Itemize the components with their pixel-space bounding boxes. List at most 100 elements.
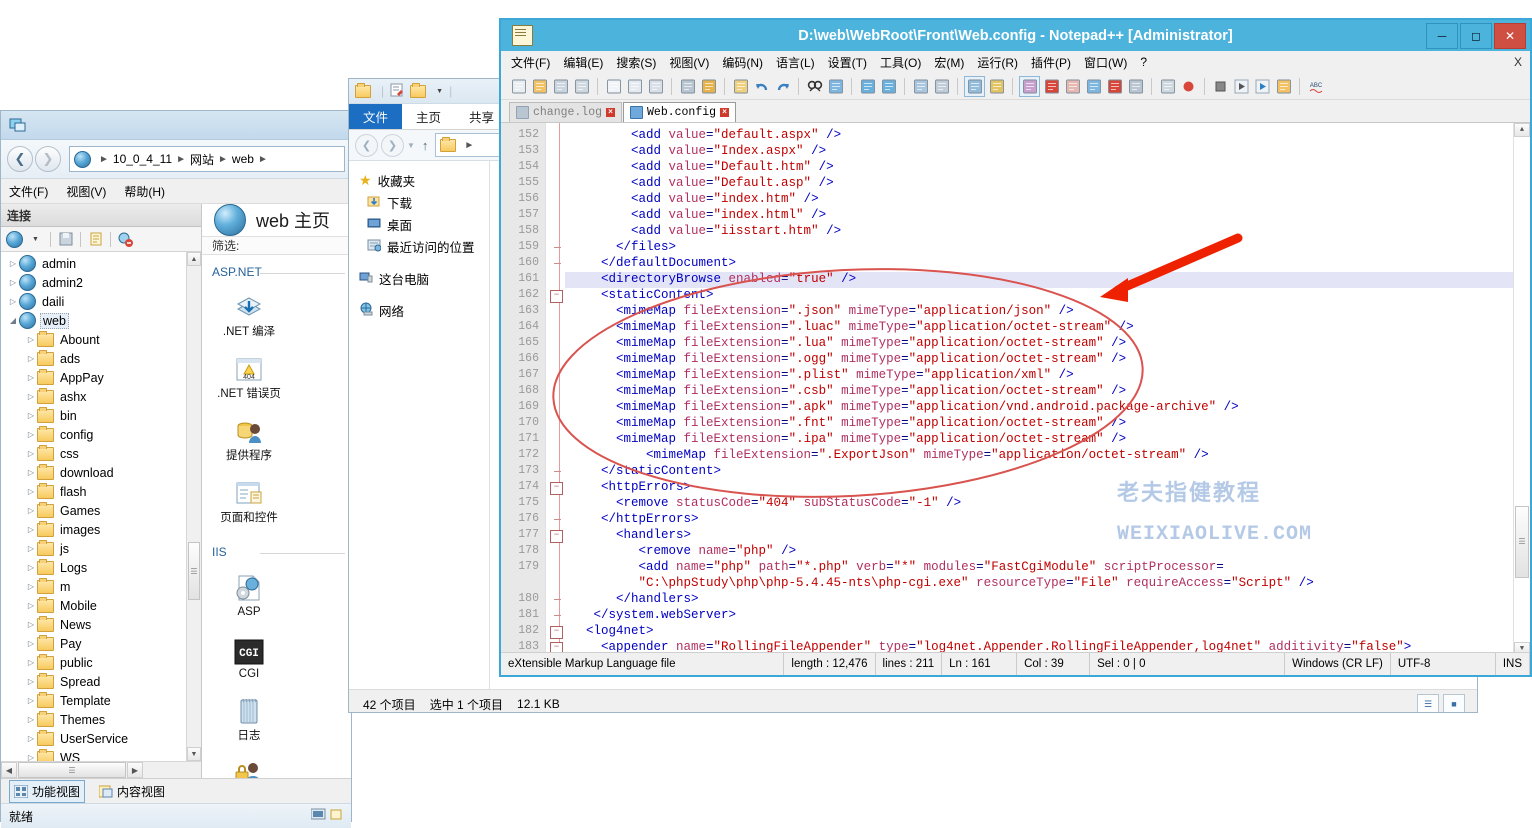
undo-icon[interactable]: [752, 77, 771, 96]
play-multiple-icon[interactable]: [1253, 77, 1272, 96]
code-line[interactable]: <remove name="php" />: [639, 544, 797, 558]
tree-item-themes[interactable]: ▷Themes: [1, 710, 187, 729]
npp-menu-12[interactable]: ?: [1140, 55, 1147, 69]
scroll-left-arrow[interactable]: ◀: [1, 762, 17, 778]
code-line[interactable]: <add value="Default.htm" />: [631, 160, 834, 174]
iis-forward-button[interactable]: ❯: [35, 146, 61, 172]
qat-dropdown-caret-icon[interactable]: ▼: [436, 88, 443, 95]
sync-h-icon[interactable]: [932, 77, 951, 96]
feature-item-asp[interactable]: ASP: [214, 567, 284, 619]
tree-item-pay[interactable]: ▷Pay: [1, 634, 187, 653]
forward-arrow-icon[interactable]: ❯: [381, 134, 404, 157]
code-line[interactable]: <directoryBrowse enabled="true" />: [601, 272, 856, 286]
code-line[interactable]: <add value="index.htm" />: [631, 192, 819, 206]
tree-item-images[interactable]: ▷images: [1, 520, 187, 539]
menu-view[interactable]: 视图(V): [66, 183, 106, 200]
fold-collapse-icon[interactable]: −: [550, 530, 563, 543]
expand-arrow-right-icon[interactable]: ▷: [25, 506, 37, 515]
close-icon[interactable]: [604, 77, 623, 96]
nav-item-downloads[interactable]: 下载: [349, 191, 489, 213]
npp-menu-9[interactable]: 运行(R): [977, 54, 1018, 71]
start-page-icon[interactable]: [87, 231, 104, 248]
expand-arrow-right-icon[interactable]: ▷: [25, 411, 37, 420]
function-list-icon[interactable]: [1105, 77, 1124, 96]
code-line[interactable]: <add value="Default.asp" />: [631, 176, 834, 190]
expand-arrow-right-icon[interactable]: ▷: [25, 582, 37, 591]
expand-arrow-right-icon[interactable]: ▷: [25, 373, 37, 382]
feature-item-net-compilation[interactable]: .NET 编泽: [214, 287, 284, 339]
zoom-out-icon[interactable]: [879, 77, 898, 96]
tree-item-abount[interactable]: ▷Abount: [1, 330, 187, 349]
explorer-navigation-pane[interactable]: ★收藏夹下载桌面最近访问的位置这台电脑网络: [349, 161, 490, 689]
code-line[interactable]: <httpErrors>: [601, 480, 691, 494]
save-icon[interactable]: [57, 231, 74, 248]
code-line[interactable]: <log4net>: [586, 624, 654, 638]
save-all-icon[interactable]: [572, 77, 591, 96]
tree-item-news[interactable]: ▷News: [1, 615, 187, 634]
expand-arrow-right-icon[interactable]: ▷: [25, 601, 37, 610]
scroll-down-arrow[interactable]: ▼: [187, 747, 201, 761]
folder-as-workspace-icon[interactable]: [1126, 77, 1145, 96]
code-line[interactable]: <remove statusCode="404" subStatusCode="…: [616, 496, 961, 510]
expand-arrow-right-icon[interactable]: ▷: [25, 620, 37, 629]
npp-menu-10[interactable]: 插件(P): [1031, 54, 1071, 71]
code-line[interactable]: <mimeMap fileExtension=".ExportJson" mim…: [646, 448, 1209, 462]
expand-arrow-right-icon[interactable]: ▷: [25, 677, 37, 686]
site-tree[interactable]: ▷admin▷admin2▷daili◢web▷Abount▷ads▷AppPa…: [1, 252, 201, 761]
expand-arrow-right-icon[interactable]: ▷: [25, 354, 37, 363]
close-document-icon[interactable]: X: [1514, 55, 1522, 69]
npp-menu-1[interactable]: 编辑(E): [563, 54, 603, 71]
tree-item-m[interactable]: ▷m: [1, 577, 187, 596]
connect-globe-icon[interactable]: [6, 231, 23, 248]
tree-horizontal-scrollbar[interactable]: ◀ ☰ ▶: [1, 761, 201, 778]
document-tab-Web-config[interactable]: Web.config×: [623, 102, 736, 122]
feature-item-net-error-pages[interactable]: 404.NET 错误页: [214, 349, 284, 401]
tree-item-logs[interactable]: ▷Logs: [1, 558, 187, 577]
play-macro-icon[interactable]: [1232, 77, 1251, 96]
disconnect-icon[interactable]: [117, 231, 134, 248]
menu-help[interactable]: 帮助(H): [124, 183, 165, 200]
fold-collapse-icon[interactable]: −: [550, 482, 563, 495]
code-line[interactable]: </defaultDocument>: [601, 256, 736, 270]
code-line[interactable]: <add name="php" path="*.php" verb="*" mo…: [639, 560, 1224, 574]
code-line[interactable]: <mimeMap fileExtension=".luac" mimeType=…: [616, 320, 1134, 334]
save-icon[interactable]: [551, 77, 570, 96]
maximize-button[interactable]: ◻: [1460, 23, 1492, 49]
expand-arrow-right-icon[interactable]: ▷: [25, 563, 37, 572]
find-icon[interactable]: [805, 77, 824, 96]
expand-arrow-right-icon[interactable]: ▷: [25, 487, 37, 496]
tree-item-css[interactable]: ▷css: [1, 444, 187, 463]
tree-item-web[interactable]: ◢web: [1, 311, 187, 330]
recent-dropdown-icon[interactable]: ▼: [407, 141, 415, 150]
notepadpp-menu-bar[interactable]: 文件(F)编辑(E)搜索(S)视图(V)编码(N)语言(L)设置(T)工具(O)…: [501, 51, 1530, 73]
breadcrumb-item-web[interactable]: web: [232, 152, 254, 166]
tab-content-view[interactable]: 内容视图: [95, 781, 169, 802]
tab-close-icon[interactable]: ×: [720, 108, 729, 117]
expand-arrow-right-icon[interactable]: ▷: [25, 696, 37, 705]
code-line[interactable]: </system.webServer>: [594, 608, 737, 622]
code-line[interactable]: </files>: [616, 240, 676, 254]
minimize-button[interactable]: ─: [1426, 23, 1458, 49]
iis-breadcrumb[interactable]: ► 10_0_4_11 ► 网站 ► web ►: [69, 146, 345, 172]
npp-menu-0[interactable]: 文件(F): [511, 54, 550, 71]
code-line[interactable]: <mimeMap fileExtension=".ipa" mimeType="…: [616, 432, 1126, 446]
paste-icon[interactable]: [731, 77, 750, 96]
code-line[interactable]: <handlers>: [616, 528, 691, 542]
zoom-in-icon[interactable]: [858, 77, 877, 96]
breadcrumb-item-sites[interactable]: 网站: [190, 151, 214, 168]
tree-item-ashx[interactable]: ▷ashx: [1, 387, 187, 406]
notepadpp-titlebar[interactable]: D:\web\WebRoot\Front\Web.config - Notepa…: [501, 20, 1530, 51]
nav-item-network[interactable]: 网络: [349, 299, 489, 321]
tree-item-flash[interactable]: ▷flash: [1, 482, 187, 501]
document-tab-change-log[interactable]: change.log×: [509, 102, 622, 122]
code-line[interactable]: <add value="index.html" />: [631, 208, 826, 222]
iis-view-tabs[interactable]: 功能视图 内容视图: [1, 778, 351, 803]
tree-scroll-thumb[interactable]: ☰: [188, 542, 200, 600]
code-line[interactable]: </handlers>: [616, 592, 699, 606]
menu-file[interactable]: 文件(F): [9, 183, 48, 200]
cut-icon[interactable]: [678, 77, 697, 96]
code-line[interactable]: </staticContent>: [601, 464, 721, 478]
feature-item-providers[interactable]: 提供程序: [214, 411, 284, 463]
code-line[interactable]: <mimeMap fileExtension=".csb" mimeType="…: [616, 384, 1126, 398]
tree-vertical-scrollbar[interactable]: ▲ ☰ ▼: [186, 252, 201, 761]
